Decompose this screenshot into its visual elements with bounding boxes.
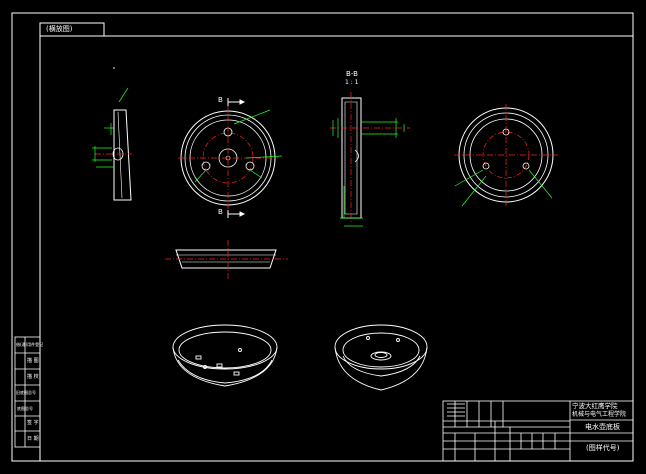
school-line-1: 宁波大红鹰学院	[572, 402, 618, 410]
marker-dot	[113, 67, 115, 69]
front-view	[178, 98, 283, 218]
top-view	[454, 104, 558, 207]
side-cell-3: 旧底图总号	[16, 390, 36, 395]
inner-frame	[39, 35, 634, 462]
side-view	[92, 87, 132, 201]
outer-frame	[11, 12, 634, 462]
profile-strip	[165, 240, 288, 280]
section-marker-top: B	[218, 96, 223, 104]
isometric-view-left	[172, 324, 278, 387]
drawing-number: (图样代号)	[586, 444, 620, 452]
side-cell-0: 借(通)用件登记	[16, 342, 44, 347]
section-marker-bottom: B	[218, 208, 223, 216]
side-cell-5: 签 字	[27, 420, 39, 426]
title-block	[442, 400, 634, 462]
cad-drawing	[11, 12, 634, 462]
section-view	[330, 92, 410, 227]
section-title: B-B	[346, 70, 358, 78]
school-line-2: 机械与电气工程学院	[572, 411, 627, 418]
part-name: 电水壶底板	[585, 423, 620, 431]
section-scale: 1 : 1	[345, 79, 359, 86]
side-cell-6: 日 期	[27, 436, 39, 442]
orientation-tag: (横放图)	[46, 25, 73, 33]
side-cell-2: 描 校	[27, 374, 39, 380]
side-cell-1: 描 图	[27, 358, 39, 364]
side-cell-4: 底图总号	[17, 406, 33, 411]
isometric-view-right	[334, 324, 428, 391]
